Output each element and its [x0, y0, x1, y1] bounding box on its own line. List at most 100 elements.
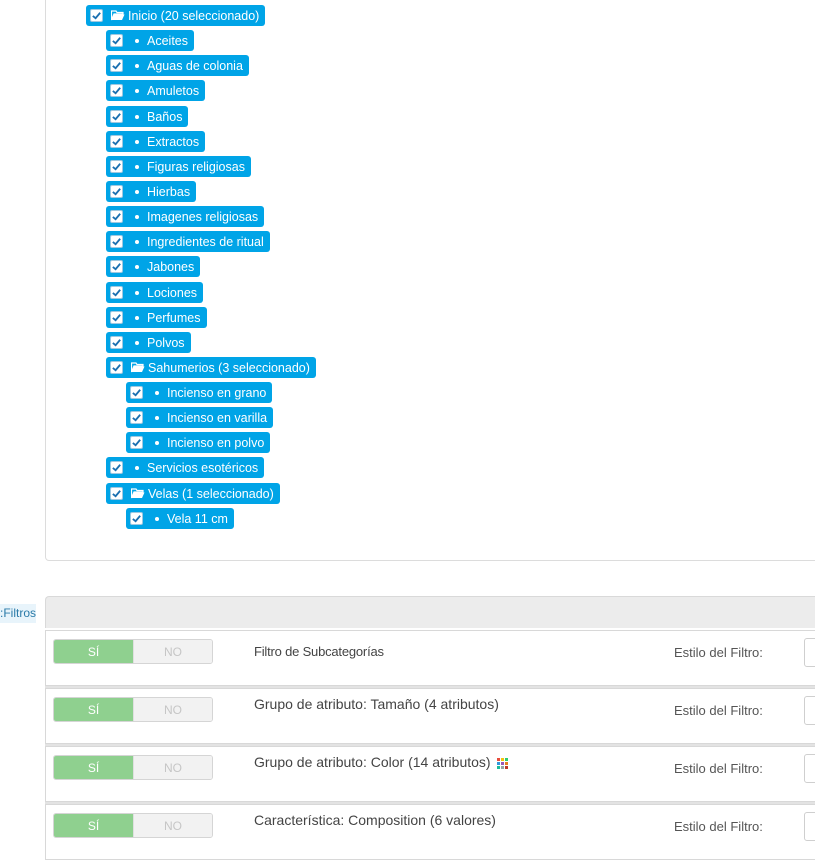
checkbox-checked-icon[interactable] [130, 436, 143, 449]
checkbox-checked-icon[interactable] [110, 311, 123, 324]
tree-node-vela-11-cm[interactable]: Vela 11 cm [126, 508, 234, 529]
tree-node-lociones[interactable]: Lociones [106, 282, 204, 303]
switch-on-option[interactable]: SÍ [54, 756, 133, 779]
tree-node-label: Incienso en varilla [167, 410, 268, 425]
tree-node-label: Polvos [147, 335, 185, 350]
tree-node-velas[interactable]: Velas (1 seleccionado) [106, 483, 280, 504]
folder-open-icon [131, 362, 145, 373]
tree-node-label: Incienso en polvo [167, 435, 265, 450]
tree-node-label: Figuras religiosas [147, 159, 245, 174]
checkbox-checked-icon[interactable] [110, 34, 123, 47]
filter-name: Filtro de Subcategorías [254, 644, 384, 659]
filter-name: Grupo de atributo: Color (14 atributos) [254, 754, 491, 770]
checkbox-checked-icon[interactable] [110, 487, 123, 500]
tree-node-label: Inicio (20 seleccionado) [128, 8, 260, 23]
checkbox-checked-icon[interactable] [130, 512, 143, 525]
switch-off-option[interactable]: NO [133, 756, 212, 779]
switch-on-option[interactable]: SÍ [54, 698, 133, 721]
bullet-icon [135, 164, 139, 169]
filter-style-select[interactable] [804, 696, 815, 725]
filter-name: Característica: Composition (6 valores) [254, 812, 496, 828]
tree-node-imagenes-religiosas[interactable]: Imagenes religiosas [106, 206, 265, 227]
filter-row-subcategorias: SÍ NO Filtro de Subcategorías Estilo del… [45, 630, 815, 686]
tree-node-label: Imagenes religiosas [147, 209, 259, 224]
tree-node-figuras-religiosas[interactable]: Figuras religiosas [106, 156, 251, 177]
folder-open-icon [111, 10, 125, 21]
tree-node-label: Baños [147, 109, 183, 124]
filters-header [45, 596, 815, 628]
filter-style-select[interactable] [804, 638, 815, 667]
tree-node-label: Lociones [147, 285, 198, 300]
enable-filter-switch[interactable]: SÍ NO [53, 813, 213, 838]
checkbox-checked-icon[interactable] [110, 210, 123, 223]
tree-node-incienso-en-varilla[interactable]: Incienso en varilla [126, 407, 274, 428]
bullet-icon [155, 415, 159, 420]
checkbox-checked-icon[interactable] [110, 110, 123, 123]
tree-node-aceites[interactable]: Aceites [106, 30, 194, 51]
filter-row-color: SÍ NO Grupo de atributo: Color (14 atrib… [45, 746, 815, 802]
bullet-icon [135, 63, 139, 68]
checkbox-checked-icon[interactable] [90, 9, 103, 22]
checkbox-checked-icon[interactable] [110, 336, 123, 349]
switch-off-option[interactable]: NO [133, 698, 212, 721]
filter-style-label: Estilo del Filtro: [674, 819, 763, 834]
checkbox-checked-icon[interactable] [110, 286, 123, 299]
tree-node-label: Servicios esotéricos [147, 460, 259, 475]
checkbox-checked-icon[interactable] [110, 235, 123, 248]
filter-style-select[interactable] [804, 754, 815, 783]
filter-style-select[interactable] [804, 812, 815, 841]
filter-name: Grupo de atributo: Tamaño (4 atributos) [254, 696, 499, 712]
bullet-icon [135, 290, 139, 295]
tree-node-servicios-esotericos[interactable]: Servicios esotéricos [106, 457, 265, 478]
enable-filter-switch[interactable]: SÍ NO [53, 697, 213, 722]
tree-node-label: Ingredientes de ritual [147, 234, 264, 249]
tree-node-incienso-en-grano[interactable]: Incienso en grano [126, 382, 273, 403]
filter-style-label: Estilo del Filtro: [674, 703, 763, 718]
enable-filter-switch[interactable]: SÍ NO [53, 639, 213, 664]
tree-node-label: Extractos [147, 134, 200, 149]
bullet-icon [135, 315, 139, 320]
tree-node-label: Vela 11 cm [167, 511, 228, 526]
tree-node-label: Jabones [147, 259, 195, 274]
tree-node-amuletos[interactable]: Amuletos [106, 80, 206, 101]
tree-node-label: Incienso en grano [167, 385, 267, 400]
tree-node-ingredientes-de-ritual[interactable]: Ingredientes de ritual [106, 231, 270, 252]
checkbox-checked-icon[interactable] [110, 361, 123, 374]
tree-node-incienso-en-polvo[interactable]: Incienso en polvo [126, 432, 271, 453]
tree-node-jabones[interactable]: Jabones [106, 256, 201, 277]
tree-node-hierbas[interactable]: Hierbas [106, 181, 197, 202]
switch-on-option[interactable]: SÍ [54, 640, 133, 663]
checkbox-checked-icon[interactable] [130, 386, 143, 399]
checkbox-checked-icon[interactable] [110, 135, 123, 148]
checkbox-checked-icon[interactable] [110, 185, 123, 198]
tree-node-label: Aguas de colonia [147, 58, 243, 73]
tree-node-polvos[interactable]: Polvos [106, 332, 191, 353]
switch-off-option[interactable]: NO [133, 640, 212, 663]
tree-node-label: Velas (1 seleccionado) [148, 486, 274, 501]
bullet-icon [155, 516, 159, 521]
tree-node-extractos[interactable]: Extractos [106, 131, 206, 152]
tree-node-banos[interactable]: Baños [106, 106, 189, 127]
checkbox-checked-icon[interactable] [110, 59, 123, 72]
tree-node-label: Aceites [147, 33, 188, 48]
tree-node-sahumerios[interactable]: Sahumerios (3 seleccionado) [106, 357, 316, 378]
checkbox-checked-icon[interactable] [110, 160, 123, 173]
tree-node-perfumes[interactable]: Perfumes [106, 307, 207, 328]
tree-node-aguas-de-colonia[interactable]: Aguas de colonia [106, 55, 249, 76]
bullet-icon [135, 139, 139, 144]
bullet-icon [135, 214, 139, 219]
switch-off-option[interactable]: NO [133, 814, 212, 837]
bullet-icon [135, 264, 139, 269]
bullet-icon [135, 340, 139, 345]
tree-node-inicio[interactable]: Inicio (20 seleccionado) [86, 5, 266, 26]
checkbox-checked-icon[interactable] [130, 411, 143, 424]
switch-on-option[interactable]: SÍ [54, 814, 133, 837]
checkbox-checked-icon[interactable] [110, 84, 123, 97]
filter-name-wrapper: Grupo de atributo: Color (14 atributos) [254, 754, 508, 770]
checkbox-checked-icon[interactable] [110, 260, 123, 273]
bullet-icon [155, 390, 159, 395]
enable-filter-switch[interactable]: SÍ NO [53, 755, 213, 780]
tree-node-label: Hierbas [147, 184, 191, 199]
checkbox-checked-icon[interactable] [110, 461, 123, 474]
tree-node-label: Sahumerios (3 seleccionado) [148, 360, 310, 375]
